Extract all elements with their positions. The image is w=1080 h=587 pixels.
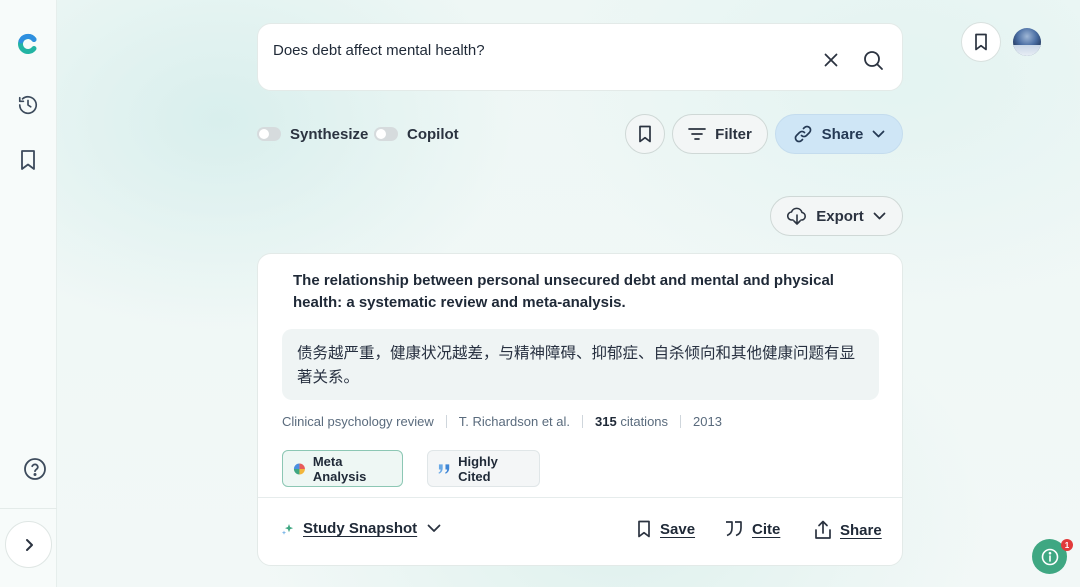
search-button[interactable] <box>862 49 884 71</box>
share-upload-icon <box>815 520 831 539</box>
summary-box: 债务越严重，健康状况越差，与精神障碍、抑郁症、自杀倾向和其他健康问题有显著关系。 <box>282 329 879 400</box>
filter-icon <box>688 128 707 140</box>
share-paper-button[interactable]: Share <box>814 520 882 540</box>
avatar[interactable] <box>1013 28 1041 56</box>
copilot-switch[interactable] <box>374 127 398 141</box>
export-label: Export <box>816 207 864 225</box>
citation-count: 315 <box>595 414 617 429</box>
paper-title[interactable]: The relationship between personal unsecu… <box>293 270 873 314</box>
bookmark-icon <box>975 33 987 51</box>
search-input[interactable] <box>273 42 793 59</box>
save-paper-button[interactable]: Save <box>636 520 695 538</box>
paper-metadata: Clinical psychology review T. Richardson… <box>282 414 722 429</box>
save-search-button[interactable] <box>625 114 665 154</box>
synthesize-toggle[interactable]: Synthesize <box>257 124 368 144</box>
export-button[interactable]: Export <box>770 196 903 236</box>
share-label: Share <box>821 125 864 143</box>
highly-cited-tag[interactable]: Highly Cited <box>427 450 540 487</box>
filter-label: Filter <box>715 125 752 143</box>
synthesize-switch[interactable] <box>257 127 281 141</box>
saved-searches-button[interactable] <box>961 22 1001 62</box>
meta-analysis-tag[interactable]: Meta Analysis <box>282 450 403 487</box>
search-bar <box>257 23 903 91</box>
notification-badge: 1 <box>1061 539 1073 551</box>
meta-separator <box>680 415 682 428</box>
sidebar <box>0 0 57 587</box>
filter-button[interactable]: Filter <box>672 114 768 154</box>
cite-button[interactable]: Cite <box>724 520 780 538</box>
chevron-down-icon <box>872 130 885 138</box>
expand-sidebar-button[interactable] <box>5 521 52 568</box>
citations-label: citations <box>620 414 669 429</box>
paper-summary: 债务越严重，健康状况越差，与精神障碍、抑郁症、自杀倾向和其他健康问题有显著关系。 <box>297 344 856 386</box>
result-card: The relationship between personal unsecu… <box>257 253 903 566</box>
save-label: Save <box>660 520 696 538</box>
close-icon <box>824 53 838 67</box>
study-snapshot-button[interactable]: Study Snapshot <box>281 520 441 537</box>
meta-separator <box>582 415 584 428</box>
bookmark-icon[interactable] <box>16 148 40 172</box>
sparkle-icon <box>281 523 294 535</box>
meta-separator <box>445 415 447 428</box>
copilot-label: Copilot <box>407 125 459 143</box>
sidebar-divider <box>0 508 57 509</box>
share-button[interactable]: Share <box>775 114 903 154</box>
bookmark-icon <box>638 520 650 538</box>
quote-icon <box>438 463 450 474</box>
cite-label: Cite <box>752 520 781 538</box>
share-label: Share <box>840 521 882 539</box>
journal-name[interactable]: Clinical psychology review <box>282 414 434 429</box>
card-divider <box>258 497 902 498</box>
help-icon[interactable] <box>23 457 47 481</box>
copilot-toggle[interactable]: Copilot <box>374 124 459 144</box>
chevron-down-icon <box>427 524 441 532</box>
chevron-right-icon <box>25 538 33 551</box>
history-icon[interactable] <box>16 93 40 117</box>
authors: T. Richardson et al. <box>458 414 571 429</box>
link-icon <box>794 125 812 143</box>
consensus-logo-icon[interactable] <box>16 32 40 56</box>
pie-chart-icon <box>293 462 305 475</box>
study-snapshot-label: Study Snapshot <box>303 520 418 537</box>
tag-label: Highly Cited <box>458 453 498 484</box>
synthesize-label: Synthesize <box>290 125 369 143</box>
quote-icon <box>726 521 742 537</box>
chevron-down-icon <box>873 212 886 220</box>
publication-year: 2013 <box>693 414 722 429</box>
bookmark-icon <box>639 125 651 143</box>
search-icon <box>864 51 883 70</box>
clear-search-button[interactable] <box>821 50 841 70</box>
info-icon <box>1041 548 1058 565</box>
tag-label: Meta Analysis <box>312 453 367 484</box>
cloud-download-icon <box>787 207 807 225</box>
